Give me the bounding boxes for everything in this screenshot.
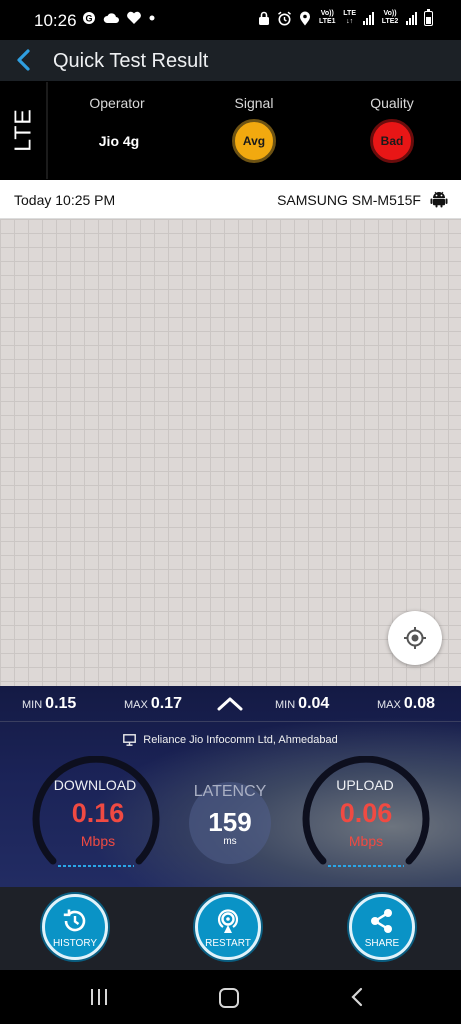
share-label: SHARE: [364, 938, 400, 949]
quality-value: Bad: [380, 134, 404, 148]
svg-text:G: G: [85, 14, 92, 24]
page-title: Quick Test Result: [53, 50, 209, 72]
home-button[interactable]: [219, 988, 239, 1008]
share-icon: [371, 909, 392, 933]
signal-value: Avg: [242, 134, 266, 148]
crosshair-icon: [404, 627, 426, 649]
technology-label: LTE: [9, 108, 36, 152]
download-label: DOWNLOAD: [53, 777, 137, 793]
upload-value: 0.06: [339, 798, 393, 828]
technology-box: LTE: [0, 82, 48, 179]
test-datetime: Today 10:25 PM: [14, 192, 116, 208]
network-info-panel: LTE Operator Jio 4g Signal Avg Quality B…: [0, 82, 461, 179]
heart-icon: [127, 11, 141, 24]
history-button[interactable]: HISTORY: [42, 894, 108, 960]
recent-apps-button[interactable]: [91, 989, 107, 1005]
status-time: 10:26: [34, 11, 77, 30]
sim1-label: Vo)) LTE1: [318, 10, 336, 25]
quality-heading: Quality: [370, 95, 414, 111]
lock-icon: [259, 11, 270, 25]
nav-back-icon[interactable]: [350, 987, 364, 1007]
download-max-label: MAX: [124, 699, 148, 711]
device-model: SAMSUNG SM-M515F: [277, 192, 421, 208]
upload-min-value: 0.04: [298, 695, 330, 712]
upload-max: MAX 0.08: [377, 695, 435, 713]
dot-icon: [149, 15, 155, 21]
app-bar: Quick Test Result: [0, 40, 461, 81]
latency-unit: ms: [223, 836, 237, 847]
status-system-icons: Vo)) LTE1 LTE ↓↑ Vo)) LTE2: [258, 8, 433, 26]
download-max-value: 0.17: [150, 695, 182, 712]
download-max: MAX 0.17: [124, 695, 182, 713]
sim2-label: Vo)) LTE2: [381, 10, 399, 25]
monitor-icon: [123, 734, 137, 746]
chevron-up-icon[interactable]: [216, 694, 244, 712]
download-value: 0.16: [71, 798, 125, 828]
upload-min-label: MIN: [275, 699, 296, 711]
upload-label: UPLOAD: [336, 777, 394, 793]
restart-label: RESTART: [205, 938, 251, 949]
alarm-icon: [278, 11, 292, 25]
action-bar: HISTORY RESTART SHARE: [0, 887, 461, 970]
restart-icon: [217, 909, 239, 933]
battery-icon: [424, 8, 433, 26]
test-meta-bar: Today 10:25 PM SAMSUNG SM-M515F: [0, 180, 461, 219]
history-icon: [63, 909, 86, 932]
operator-heading: Operator: [89, 95, 145, 111]
upload-max-label: MAX: [377, 699, 401, 711]
isp-name: Reliance Jio Infocomm Ltd, Ahmedabad: [143, 734, 338, 746]
cloud-icon: [103, 13, 119, 23]
status-bar: 10:26 G Vo)) LTE1 LTE ↓↑ Vo)) LTE2: [0, 0, 461, 40]
location-icon: [300, 11, 311, 25]
upload-unit: Mbps: [348, 833, 384, 849]
upload-min: MIN 0.04: [275, 695, 329, 713]
history-label: HISTORY: [52, 938, 98, 949]
isp-line: Reliance Jio Infocomm Ltd, Ahmedabad: [0, 734, 461, 746]
g-icon: G: [83, 12, 95, 24]
latency-label: LATENCY: [193, 783, 267, 800]
share-button[interactable]: SHARE: [349, 894, 415, 960]
locate-button[interactable]: [388, 611, 442, 665]
upload-max-value: 0.08: [403, 695, 435, 712]
latency-value: 159: [208, 807, 252, 837]
restart-button[interactable]: RESTART: [195, 894, 261, 960]
download-min-label: MIN: [22, 699, 43, 711]
operator-name: Jio 4g: [98, 133, 140, 149]
system-nav-bar: [0, 970, 461, 1024]
signal-badge: Avg: [232, 119, 276, 163]
download-min-value: 0.15: [45, 695, 77, 712]
data-arrows-icon: ↓↑: [346, 18, 354, 25]
signal-heading: Signal: [234, 95, 274, 111]
signal-bars-sim1-icon: [363, 11, 374, 25]
android-icon: [430, 191, 448, 208]
results-panel: MIN 0.15 MAX 0.17 MIN 0.04 MAX 0.08 Reliance…: [0, 686, 461, 887]
lte-data-indicator: LTE ↓↑: [343, 10, 356, 26]
download-unit: Mbps: [80, 833, 116, 849]
results-divider: [0, 721, 461, 722]
status-notification-icons: G: [82, 11, 155, 25]
quality-badge: Bad: [370, 119, 414, 163]
signal-bars-sim2-icon: [406, 11, 417, 25]
lte-label: LTE: [343, 10, 356, 17]
back-arrow-icon[interactable]: [10, 46, 38, 74]
download-min: MIN 0.15: [22, 695, 76, 713]
